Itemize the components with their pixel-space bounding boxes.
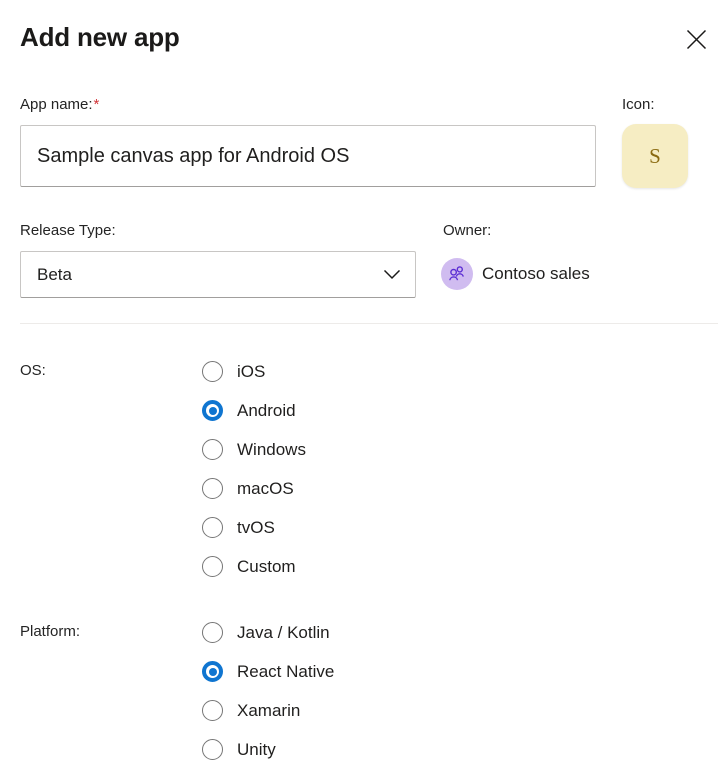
os-radio-ios[interactable]: iOS <box>202 352 306 391</box>
required-asterisk: * <box>93 96 100 113</box>
app-name-input[interactable] <box>20 125 596 187</box>
radio-icon <box>202 739 223 760</box>
owner-value[interactable]: Contoso sales <box>441 258 590 290</box>
release-type-label: Release Type: <box>20 222 116 239</box>
owner-label: Owner: <box>443 222 492 239</box>
app-icon-tile[interactable]: S <box>622 124 688 188</box>
people-icon <box>449 266 464 281</box>
close-icon <box>686 29 707 50</box>
section-divider <box>20 323 718 324</box>
radio-icon <box>202 622 223 643</box>
page-title: Add new app <box>20 22 180 52</box>
platform-radio-unity[interactable]: Unity <box>202 730 334 769</box>
os-radio-label: macOS <box>237 478 294 498</box>
icon-label: Icon: <box>622 96 655 113</box>
os-radio-label: Android <box>237 400 296 420</box>
release-type-value: Beta <box>37 264 72 284</box>
release-type-dropdown[interactable]: Beta <box>20 251 416 298</box>
platform-radio-xamarin[interactable]: Xamarin <box>202 691 334 730</box>
os-radio-label: Custom <box>237 556 296 576</box>
os-radio-tvos[interactable]: tvOS <box>202 508 306 547</box>
panel-header: Add new app <box>0 0 720 78</box>
os-radio-custom[interactable]: Custom <box>202 547 306 586</box>
radio-icon <box>202 517 223 538</box>
platform-radio-group: Java / Kotlin React Native Xamarin Unity <box>202 613 334 769</box>
radio-icon <box>202 478 223 499</box>
radio-icon <box>202 361 223 382</box>
avatar <box>441 258 473 290</box>
app-icon-initial: S <box>649 143 661 168</box>
os-radio-label: iOS <box>237 361 266 381</box>
os-label: OS: <box>20 362 46 379</box>
radio-icon <box>202 400 223 421</box>
os-radio-label: tvOS <box>237 517 275 537</box>
owner-name: Contoso sales <box>482 264 590 283</box>
add-new-app-panel: Add new app App name:* Icon: S Release T… <box>0 0 720 773</box>
app-name-label: App name:* <box>20 95 99 115</box>
radio-icon <box>202 439 223 460</box>
os-radio-windows[interactable]: Windows <box>202 430 306 469</box>
chevron-down-icon <box>377 269 407 280</box>
platform-radio-label: Xamarin <box>237 700 301 720</box>
os-radio-android[interactable]: Android <box>202 391 306 430</box>
close-button[interactable] <box>680 23 713 56</box>
radio-icon <box>202 700 223 721</box>
os-radio-macos[interactable]: macOS <box>202 469 306 508</box>
os-radio-label: Windows <box>237 439 306 459</box>
platform-radio-java-kotlin[interactable]: Java / Kotlin <box>202 613 334 652</box>
app-name-label-text: App name: <box>20 96 93 113</box>
platform-radio-label: Unity <box>237 739 276 759</box>
os-radio-group: iOS Android Windows macOS tvOS Custom <box>202 352 306 586</box>
platform-label: Platform: <box>20 623 81 640</box>
radio-icon <box>202 556 223 577</box>
platform-radio-react-native[interactable]: React Native <box>202 652 334 691</box>
platform-radio-label: Java / Kotlin <box>237 622 330 642</box>
radio-icon <box>202 661 223 682</box>
platform-radio-label: React Native <box>237 661 335 681</box>
